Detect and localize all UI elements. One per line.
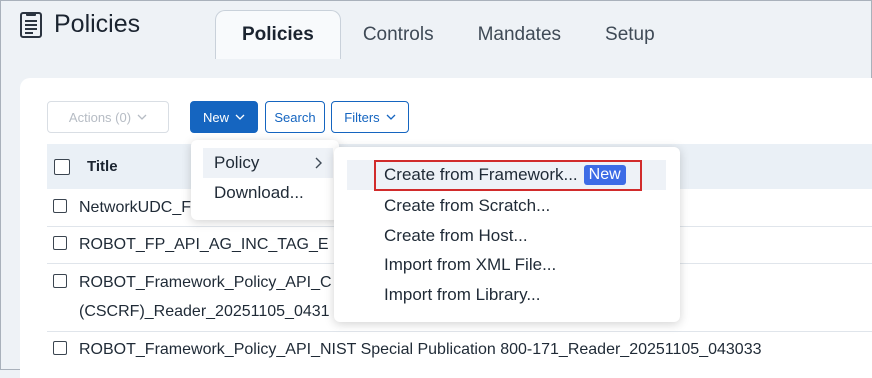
- select-all-checkbox[interactable]: [54, 158, 70, 175]
- menu-item-label: Policy: [214, 153, 260, 172]
- filters-label: Filters: [344, 109, 380, 125]
- row-checkbox[interactable]: [53, 199, 67, 213]
- actions-button[interactable]: Actions (0): [47, 101, 169, 133]
- row-checkbox[interactable]: [53, 274, 67, 288]
- menu-item-import-library[interactable]: Import from Library...: [347, 280, 666, 310]
- tab-bar: Policies Controls Mandates Setup: [215, 9, 677, 59]
- menu-item-policy[interactable]: Policy: [203, 148, 333, 178]
- row-title[interactable]: ROBOT_FP_API_AG_INC_TAG_E: [79, 236, 329, 254]
- menu-item-import-xml[interactable]: Import from XML File...: [347, 250, 666, 280]
- page-title-text: Policies: [54, 10, 141, 38]
- column-title[interactable]: Title: [87, 158, 118, 175]
- new-button[interactable]: New: [190, 101, 258, 133]
- row-title[interactable]: NetworkUDC_F: [79, 199, 191, 217]
- page-title: Policies: [20, 10, 140, 39]
- row-title[interactable]: ROBOT_Framework_Policy_API_NIST Special …: [79, 341, 761, 359]
- row-checkbox[interactable]: [53, 341, 67, 355]
- menu-item-create-from-scratch[interactable]: Create from Scratch...: [347, 191, 666, 221]
- table-row[interactable]: ROBOT_Framework_Policy_API_NIST Special …: [47, 332, 872, 368]
- row-checkbox[interactable]: [53, 236, 67, 250]
- chevron-down-icon: [386, 114, 396, 120]
- filters-button[interactable]: Filters: [331, 101, 409, 133]
- highlight-box: [374, 160, 642, 191]
- new-dropdown-menu: Policy Download...: [191, 140, 339, 220]
- search-button[interactable]: Search: [265, 101, 325, 133]
- menu-item-create-from-host[interactable]: Create from Host...: [347, 221, 666, 251]
- chevron-down-icon: [235, 114, 245, 120]
- document-list-icon: [20, 11, 42, 38]
- chevron-right-icon: [315, 157, 322, 169]
- tab-setup[interactable]: Setup: [583, 12, 677, 58]
- tab-policies[interactable]: Policies: [215, 10, 341, 59]
- tab-controls[interactable]: Controls: [341, 12, 456, 58]
- row-title[interactable]: ROBOT_Framework_Policy_API_C: [79, 274, 332, 292]
- chevron-down-icon: [137, 114, 147, 120]
- tab-mandates[interactable]: Mandates: [456, 12, 583, 58]
- row-title-continued[interactable]: (CSCRF)_Reader_20251105_0431: [79, 303, 330, 321]
- new-label: New: [202, 109, 229, 125]
- menu-item-download[interactable]: Download...: [203, 178, 333, 208]
- actions-label: Actions (0): [68, 109, 132, 125]
